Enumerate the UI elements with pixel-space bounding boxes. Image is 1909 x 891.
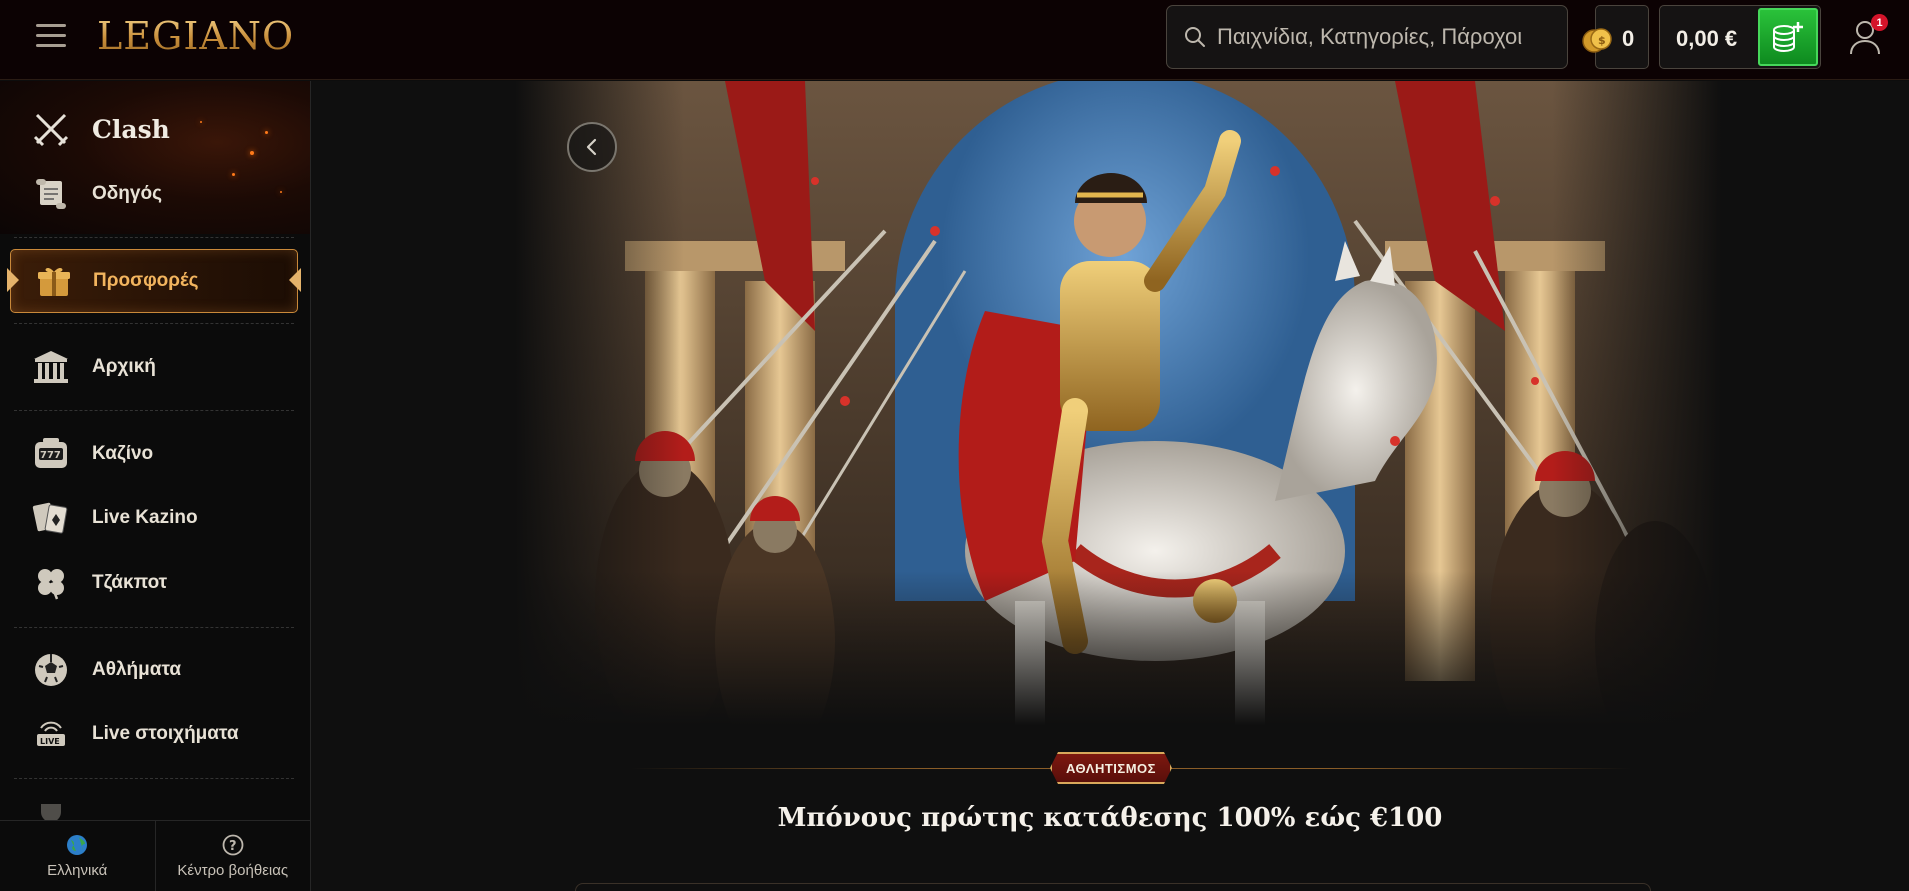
temple-icon	[30, 346, 72, 388]
slot-machine-icon: 777	[30, 433, 72, 475]
sidebar-divider	[14, 323, 294, 324]
sidebar-item-label: Αρχική	[92, 356, 156, 377]
live-broadcast-icon: LIVE	[30, 713, 72, 755]
balance-amount: 0,00 €	[1676, 26, 1738, 51]
sidebar-item-jackpot[interactable]: Τζάκποτ	[0, 558, 310, 608]
svg-text:LIVE: LIVE	[40, 737, 60, 746]
sidebar-item-sports[interactable]: Αθλήματα	[0, 645, 310, 695]
roman-general-banner-image	[515, 81, 1721, 761]
search-icon	[1185, 27, 1205, 47]
crossed-swords-icon	[30, 108, 72, 150]
promo-banner[interactable]	[515, 81, 1721, 781]
site-logo[interactable]: LEGIANO	[97, 14, 294, 58]
notification-badge: 1	[1871, 14, 1888, 31]
clover-icon	[30, 562, 72, 604]
coins-icon: $	[1582, 28, 1612, 53]
soccer-ball-icon	[30, 649, 72, 691]
scroll-icon	[30, 173, 72, 215]
sidebar-item-label: Live στοιχήματα	[92, 723, 239, 744]
coins-count: 0	[1622, 26, 1635, 51]
menu-hamburger-icon[interactable]	[36, 24, 66, 48]
carousel-prev-button[interactable]	[567, 122, 617, 172]
sidebar-item-clash[interactable]: Clash	[0, 104, 310, 154]
search-box[interactable]	[1166, 5, 1568, 69]
sidebar-divider	[14, 410, 294, 411]
sidebar-item-live-betting[interactable]: LIVE Live στοιχήματα	[0, 709, 310, 759]
coins-counter[interactable]: $ 0	[1582, 5, 1649, 69]
language-selector[interactable]: Ελληνικά	[0, 821, 155, 891]
balance-box[interactable]: 0,00 €	[1659, 5, 1821, 69]
help-center-link[interactable]: ? Κέντρο βοήθειας	[154, 821, 311, 891]
svg-text:$: $	[1598, 34, 1606, 47]
sidebar-footer: Ελληνικά ? Κέντρο βοήθειας	[0, 820, 310, 891]
sidebar-item-live-casino[interactable]: Live Kazino	[0, 493, 310, 543]
sidebar-item-casino[interactable]: 777 Καζίνο	[0, 429, 310, 479]
globe-icon	[67, 834, 88, 855]
sidebar-divider	[14, 778, 294, 779]
promo-cta-button[interactable]	[575, 883, 1651, 891]
main-content: ΑΘΛΗΤΙΣΜΟΣ Μπόνους πρώτης κατάθεσης 100%…	[311, 81, 1909, 891]
promo-title: Μπόνους πρώτης κατάθεσης 100% εώς €100	[777, 803, 1443, 833]
playing-cards-icon	[30, 497, 72, 539]
help-center-label: Κέντρο βοήθειας	[177, 861, 289, 879]
category-badge: ΑΘΛΗΤΙΣΜΟΣ	[1050, 752, 1172, 784]
sidebar-item-label: Καζίνο	[92, 443, 154, 464]
help-question-icon: ?	[222, 834, 244, 855]
coin-stack-plus-icon	[1773, 22, 1803, 53]
deposit-button[interactable]	[1758, 8, 1818, 66]
gift-icon	[33, 260, 75, 302]
sidebar: Clash Οδηγός Προσφορές Αρχική 777 Καζίνο…	[0, 81, 311, 891]
svg-text:777: 777	[40, 450, 61, 461]
sidebar-item-guide[interactable]: Οδηγός	[0, 169, 310, 219]
sidebar-item-label: Προσφορές	[93, 270, 199, 291]
svg-text:?: ?	[229, 839, 237, 854]
top-header: LEGIANO $ 0 0,00 €	[0, 0, 1909, 80]
sidebar-item-label: Live Kazino	[92, 507, 198, 528]
sidebar-item-home[interactable]: Αρχική	[0, 342, 310, 392]
sidebar-divider	[14, 237, 294, 238]
sidebar-item-label: Τζάκποτ	[92, 572, 168, 593]
search-input[interactable]	[1217, 24, 1547, 50]
sidebar-item-promotions[interactable]: Προσφορές	[7, 249, 301, 313]
sidebar-item-label: Οδηγός	[92, 183, 162, 204]
sidebar-divider	[14, 627, 294, 628]
sidebar-item-label: Clash	[92, 114, 170, 144]
language-label: Ελληνικά	[47, 861, 108, 879]
chevron-left-icon	[586, 138, 597, 156]
sidebar-item-label: Αθλήματα	[92, 659, 182, 680]
